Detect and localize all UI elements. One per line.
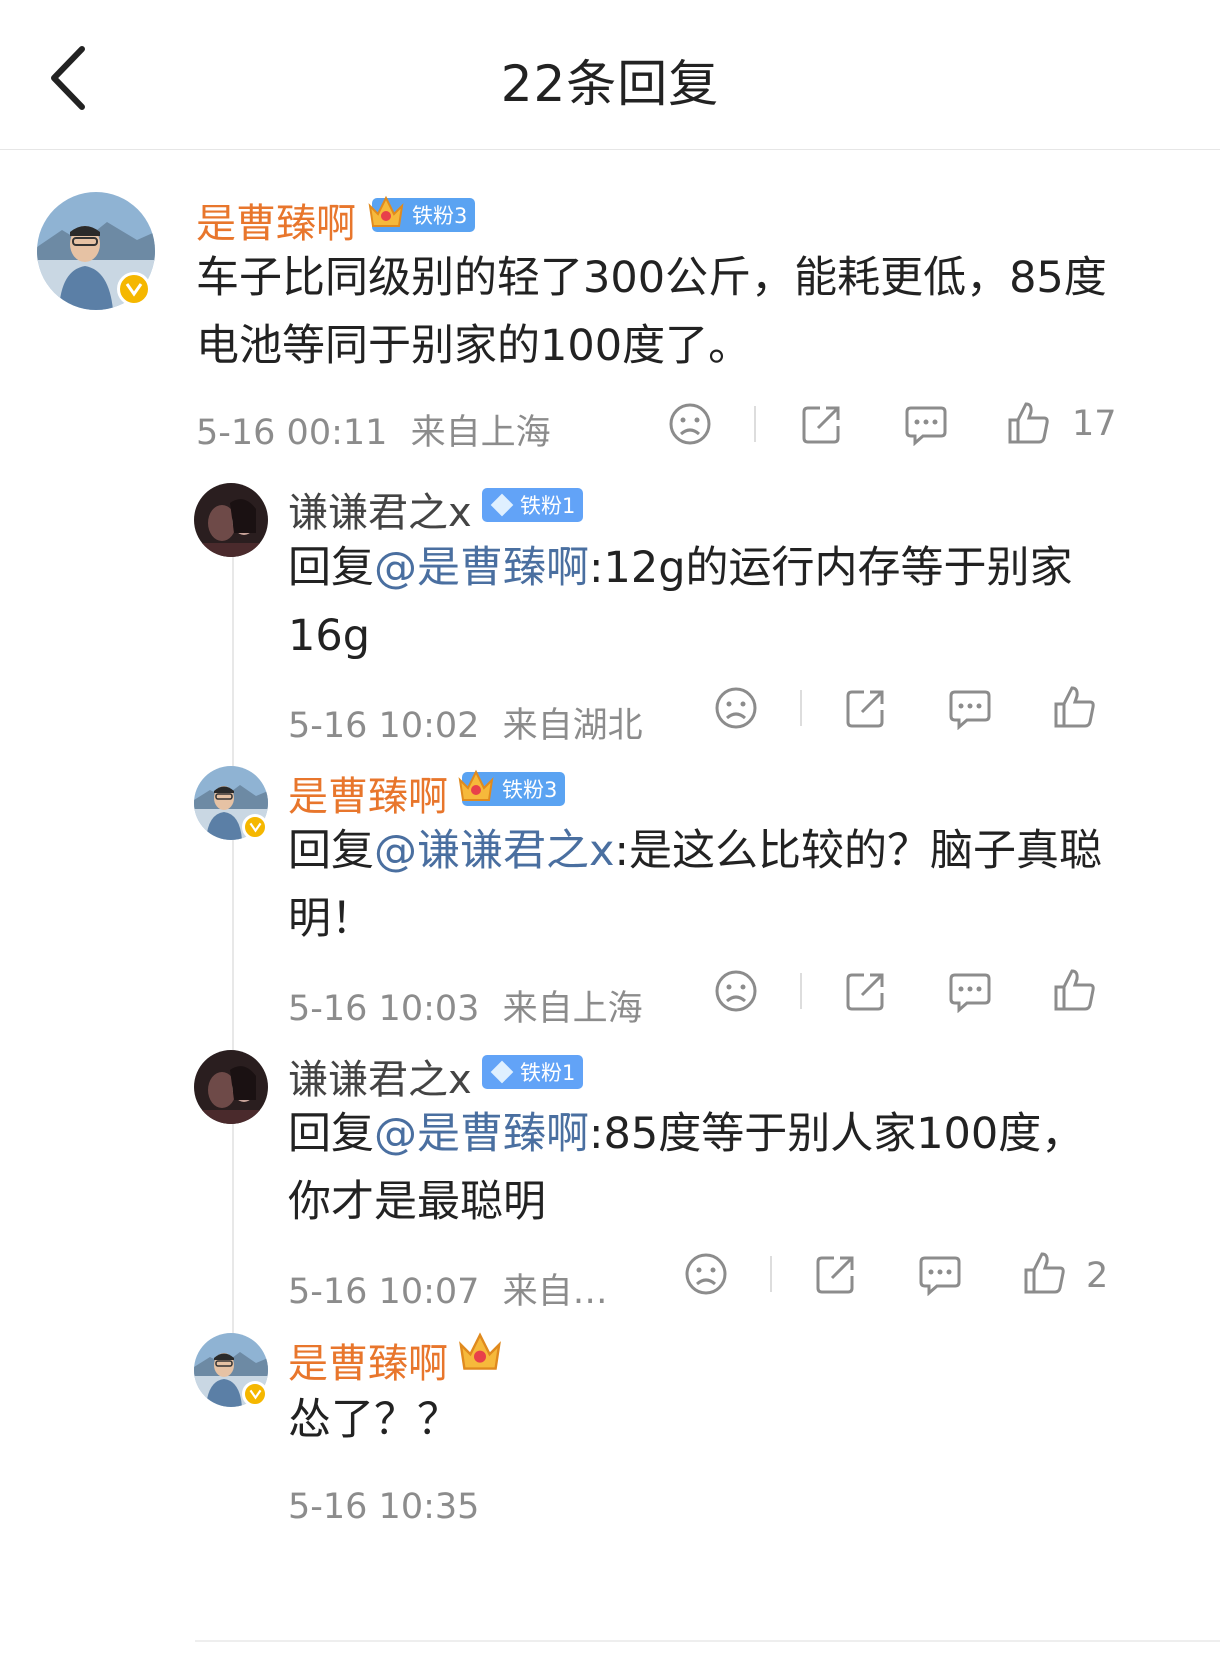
divider — [800, 690, 802, 726]
verified-icon — [242, 814, 268, 840]
avatar[interactable] — [194, 766, 268, 840]
fan-badge-label: 铁粉3 — [412, 204, 468, 228]
reply-author[interactable]: 是曹臻啊 — [288, 764, 448, 822]
avatar[interactable] — [194, 483, 268, 557]
top-bar: 22条回复 — [0, 0, 1220, 150]
comment-button[interactable] — [946, 684, 994, 732]
reply-author[interactable]: 谦谦君之x — [288, 1047, 472, 1105]
comment-meta: 5-16 00:11 来自上海 — [196, 404, 551, 455]
thread-line — [232, 555, 234, 1335]
avatar[interactable] — [194, 1050, 268, 1124]
reply-prefix: 回复 — [288, 1109, 374, 1159]
reply-time: 5-16 10:03 — [288, 989, 480, 1029]
sad-face-icon — [669, 403, 711, 445]
dislike-button[interactable] — [712, 967, 760, 1015]
like-button[interactable] — [1020, 1248, 1070, 1298]
mention-link[interactable]: @是曹臻啊 — [374, 1109, 589, 1159]
fan-badge-label: 铁粉3 — [502, 778, 558, 802]
comment-time: 5-16 00:11 — [196, 413, 388, 453]
reply-thread-page: 22条回复 是曹臻啊 铁粉3 车子比同级别的轻了300公斤，能耗更低，85度电池… — [0, 0, 1220, 1670]
reply-location: 来自… — [502, 1272, 608, 1312]
crown-icon — [458, 769, 494, 801]
reply-author[interactable]: 是曹臻啊 — [288, 1331, 448, 1389]
crown-icon — [368, 195, 404, 227]
reply-text: 回复@是曹臻啊:12g的运行内存等于别家16g — [288, 534, 1118, 670]
reply-prefix: 回复 — [288, 826, 374, 876]
diamond-icon — [490, 1060, 514, 1084]
divider — [800, 973, 802, 1009]
comment-icon — [949, 690, 991, 730]
like-button[interactable] — [1050, 682, 1100, 732]
share-icon — [846, 690, 884, 728]
share-icon — [816, 1256, 854, 1294]
comment-icon — [949, 973, 991, 1013]
dislike-button[interactable] — [682, 1250, 730, 1298]
reply-location: 来自湖北 — [502, 706, 643, 746]
fan-badge: 铁粉1 — [482, 1055, 584, 1089]
mention-link[interactable]: @谦谦君之x — [374, 826, 614, 876]
reply-text: 回复@谦谦君之x:是这么比较的？脑子真聪明！ — [288, 817, 1118, 953]
divider — [770, 1256, 772, 1292]
reply-meta: 5-16 10:07 来自… — [288, 1263, 608, 1314]
reply-text: 回复@是曹臻啊:85度等于别人家100度，你才是最聪明 — [288, 1100, 1088, 1236]
share-button[interactable] — [842, 967, 890, 1015]
diamond-icon — [490, 493, 514, 517]
sad-face-icon — [685, 1253, 727, 1295]
comment-button[interactable] — [946, 967, 994, 1015]
reply-author[interactable]: 谦谦君之x — [288, 480, 472, 538]
reply-location: 来自上海 — [502, 989, 643, 1029]
dislike-button[interactable] — [712, 684, 760, 732]
reply-meta: 5-16 10:03 来自上海 — [288, 980, 643, 1031]
fan-badge-label: 铁粉1 — [520, 1061, 576, 1085]
like-count: 17 — [1072, 404, 1117, 444]
like-count: 2 — [1086, 1256, 1109, 1296]
verified-icon — [117, 272, 151, 306]
divider — [754, 406, 756, 442]
reply-text: 怂了？？ — [288, 1395, 460, 1445]
share-button[interactable] — [798, 400, 846, 448]
thumbs-up-icon — [1008, 402, 1049, 444]
comment-author[interactable]: 是曹臻啊 — [196, 191, 356, 249]
comment-text: 车子比同级别的轻了300公斤，能耗更低，85度电池等同于别家的100度了。 — [196, 253, 1107, 371]
like-button[interactable] — [1050, 965, 1100, 1015]
share-icon — [802, 406, 840, 444]
like-button[interactable] — [1004, 398, 1054, 448]
share-button[interactable] — [812, 1250, 860, 1298]
fan-badge: 铁粉3 — [368, 195, 476, 232]
fan-badge-label: 铁粉1 — [520, 494, 576, 518]
avatar[interactable] — [37, 192, 155, 310]
dislike-button[interactable] — [666, 400, 714, 448]
thumbs-up-icon — [1024, 1252, 1065, 1294]
reply-time: 5-16 10:07 — [288, 1272, 480, 1312]
page-title: 22条回复 — [500, 55, 720, 113]
sad-face-icon — [715, 970, 757, 1012]
thumbs-up-icon — [1054, 686, 1095, 728]
reply-meta: 5-16 10:02 来自湖北 — [288, 697, 643, 748]
avatar[interactable] — [194, 1333, 268, 1407]
fan-badge: 铁粉1 — [482, 488, 584, 522]
verified-icon — [242, 1381, 268, 1407]
thumbs-up-icon — [1054, 969, 1095, 1011]
divider — [195, 1640, 1220, 1642]
mention-link[interactable]: @是曹臻啊 — [374, 543, 589, 593]
comment-location: 来自上海 — [410, 413, 551, 453]
reply-time: 5-16 10:35 — [288, 1487, 480, 1527]
share-icon — [846, 973, 884, 1011]
comment-icon — [905, 406, 947, 446]
reply-time: 5-16 10:02 — [288, 706, 480, 746]
comment-icon — [919, 1256, 961, 1296]
comment-button[interactable] — [916, 1250, 964, 1298]
share-button[interactable] — [842, 684, 890, 732]
comment-button[interactable] — [902, 400, 950, 448]
sad-face-icon — [715, 687, 757, 729]
crown-icon — [459, 1332, 501, 1370]
reply-prefix: 回复 — [288, 543, 374, 593]
fan-badge: 铁粉3 — [458, 769, 566, 806]
